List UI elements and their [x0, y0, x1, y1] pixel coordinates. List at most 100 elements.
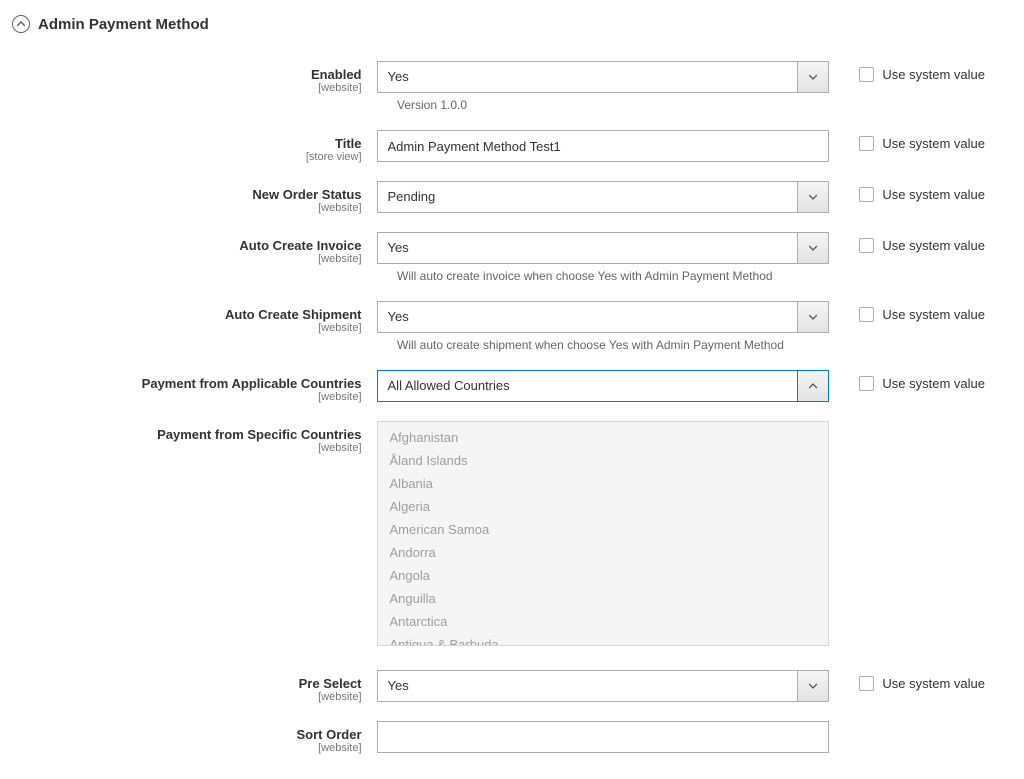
country-option: Antigua & Barbuda	[378, 633, 829, 646]
control-col: AfghanistanÅland IslandsAlbaniaAlgeriaAm…	[377, 421, 830, 646]
section-header: Admin Payment Method	[12, 15, 1012, 33]
label-col: Auto Create Shipment [website]	[12, 301, 377, 334]
country-option: Angola	[378, 564, 829, 587]
system-value-checkbox[interactable]	[859, 238, 874, 253]
control-col: Yes	[377, 232, 830, 264]
country-option: Antarctica	[378, 610, 829, 633]
select-value: Yes	[377, 301, 798, 333]
label-col: Payment from Applicable Countries [websi…	[12, 370, 377, 403]
field-label: Pre Select	[12, 676, 362, 691]
system-value-col: Use system value	[829, 61, 1012, 82]
system-value-label: Use system value	[882, 307, 985, 322]
row-pre-select: Pre Select [website] Yes Use system valu…	[12, 670, 1012, 703]
country-option: Åland Islands	[378, 449, 829, 472]
chevron-down-icon[interactable]	[797, 61, 829, 93]
field-scope: [website]	[12, 742, 362, 754]
field-scope: [store view]	[12, 151, 362, 163]
chevron-up-icon[interactable]	[797, 370, 829, 402]
select-value: Pending	[377, 181, 798, 213]
chevron-down-icon[interactable]	[797, 301, 829, 333]
row-specific-countries: Payment from Specific Countries [website…	[12, 421, 1012, 646]
field-scope: [website]	[12, 391, 362, 403]
control-col	[377, 130, 830, 162]
chevron-down-icon[interactable]	[797, 670, 829, 702]
select-value: All Allowed Countries	[377, 370, 798, 402]
system-value-label: Use system value	[882, 187, 985, 202]
system-value-col: Use system value	[829, 370, 1012, 391]
field-label: Title	[12, 136, 362, 151]
system-value-checkbox[interactable]	[859, 676, 874, 691]
country-option: Albania	[378, 472, 829, 495]
field-scope: [website]	[12, 691, 362, 703]
row-sort-order: Sort Order [website]	[12, 721, 1012, 754]
system-value-col	[829, 721, 1012, 727]
sort-order-input[interactable]	[377, 721, 830, 753]
control-col: All Allowed Countries	[377, 370, 830, 402]
field-scope: [website]	[12, 442, 362, 454]
system-value-label: Use system value	[882, 67, 985, 82]
row-auto-shipment: Auto Create Shipment [website] Yes Use s…	[12, 301, 1012, 334]
label-col: Title [store view]	[12, 130, 377, 163]
field-label: Payment from Applicable Countries	[12, 376, 362, 391]
field-label: Enabled	[12, 67, 362, 82]
note-text: Will auto create shipment when choose Ye…	[397, 338, 784, 352]
select-value: Yes	[377, 61, 798, 93]
chevron-down-icon[interactable]	[797, 181, 829, 213]
field-scope: [website]	[12, 322, 362, 334]
system-value-checkbox[interactable]	[859, 136, 874, 151]
system-value-label: Use system value	[882, 136, 985, 151]
country-option: Anguilla	[378, 587, 829, 610]
note-text: Version 1.0.0	[397, 98, 467, 112]
control-col	[377, 721, 830, 753]
system-value-checkbox[interactable]	[859, 376, 874, 391]
new-order-status-select[interactable]: Pending	[377, 181, 830, 213]
system-value-col	[829, 421, 1012, 427]
label-col: Auto Create Invoice [website]	[12, 232, 377, 265]
label-col: New Order Status [website]	[12, 181, 377, 214]
row-applicable-countries: Payment from Applicable Countries [websi…	[12, 370, 1012, 403]
system-value-col: Use system value	[829, 130, 1012, 151]
field-label: Sort Order	[12, 727, 362, 742]
country-option: Algeria	[378, 495, 829, 518]
control-col: Yes	[377, 301, 830, 333]
country-option: Afghanistan	[378, 426, 829, 449]
enabled-select[interactable]: Yes	[377, 61, 830, 93]
select-value: Yes	[377, 670, 798, 702]
row-title: Title [store view] Use system value	[12, 130, 1012, 163]
auto-shipment-select[interactable]: Yes	[377, 301, 830, 333]
auto-invoice-select[interactable]: Yes	[377, 232, 830, 264]
control-col: Yes	[377, 670, 830, 702]
system-value-checkbox[interactable]	[859, 307, 874, 322]
control-col: Yes	[377, 61, 830, 93]
collapse-icon[interactable]	[12, 15, 30, 33]
note-row-invoice: Will auto create invoice when choose Yes…	[12, 269, 1012, 283]
field-label: Auto Create Shipment	[12, 307, 362, 322]
label-col: Enabled [website]	[12, 61, 377, 94]
country-option: Andorra	[378, 541, 829, 564]
system-value-col: Use system value	[829, 670, 1012, 691]
title-input[interactable]	[377, 130, 830, 162]
label-col: Payment from Specific Countries [website…	[12, 421, 377, 454]
system-value-checkbox[interactable]	[859, 67, 874, 82]
specific-countries-multiselect: AfghanistanÅland IslandsAlbaniaAlgeriaAm…	[377, 421, 830, 646]
system-value-label: Use system value	[882, 238, 985, 253]
applicable-countries-select[interactable]: All Allowed Countries	[377, 370, 830, 402]
control-col: Pending	[377, 181, 830, 213]
field-label: New Order Status	[12, 187, 362, 202]
row-enabled: Enabled [website] Yes Use system value	[12, 61, 1012, 94]
label-col: Sort Order [website]	[12, 721, 377, 754]
pre-select-select[interactable]: Yes	[377, 670, 830, 702]
system-value-checkbox[interactable]	[859, 187, 874, 202]
field-label: Payment from Specific Countries	[12, 427, 362, 442]
note-row-shipment: Will auto create shipment when choose Ye…	[12, 338, 1012, 352]
system-value-col: Use system value	[829, 232, 1012, 253]
system-value-col: Use system value	[829, 301, 1012, 322]
note-text: Will auto create invoice when choose Yes…	[397, 269, 773, 283]
field-label: Auto Create Invoice	[12, 238, 362, 253]
system-value-col: Use system value	[829, 181, 1012, 202]
field-scope: [website]	[12, 253, 362, 265]
chevron-down-icon[interactable]	[797, 232, 829, 264]
row-new-order-status: New Order Status [website] Pending Use s…	[12, 181, 1012, 214]
label-col: Pre Select [website]	[12, 670, 377, 703]
row-auto-invoice: Auto Create Invoice [website] Yes Use sy…	[12, 232, 1012, 265]
